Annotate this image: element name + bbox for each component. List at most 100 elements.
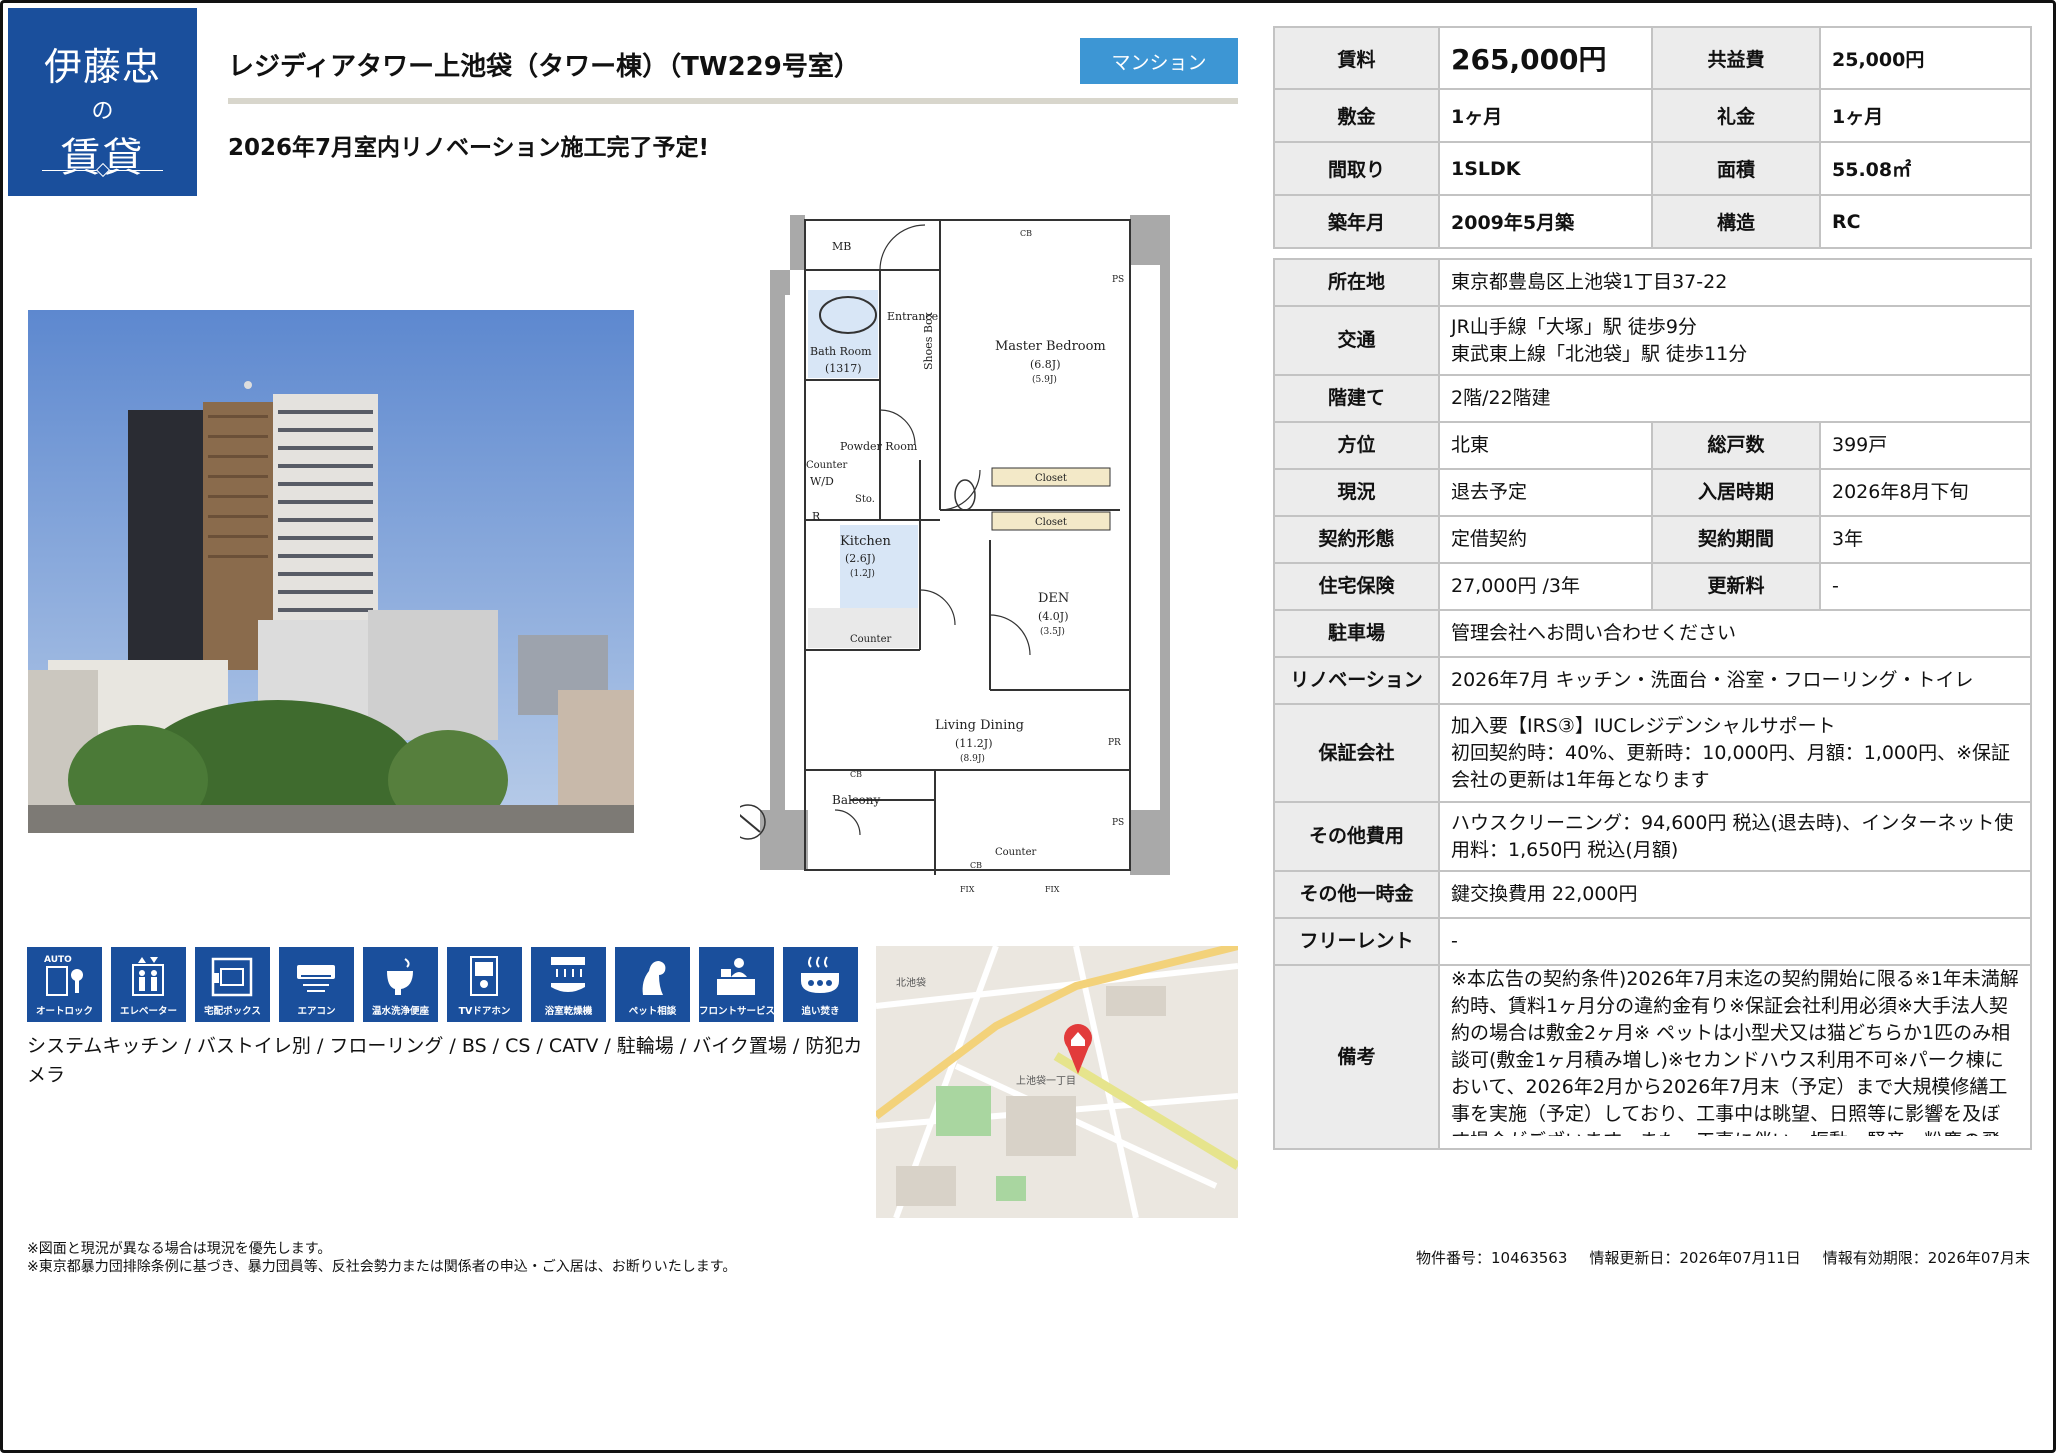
itochu-chintai-logo[interactable]: 伊藤忠 の 賃貸	[8, 8, 197, 196]
auto-lock-icon: AUTO オートロック	[27, 947, 102, 1022]
common-fee-label: 共益費	[1651, 26, 1821, 90]
remarks-label: 備考	[1273, 964, 1440, 1150]
tv-intercom-icon: TVドアホン	[447, 947, 522, 1022]
fp-label-master-bedroom: Master Bedroom	[995, 339, 1106, 354]
fp-label-closet1: Closet	[1035, 473, 1067, 484]
fp-label-ps2: PS	[1112, 818, 1124, 828]
fp-label-pr: PR	[1108, 738, 1121, 748]
delivery-box-icon: 宅配ボックス	[195, 947, 270, 1022]
rent-label: 賃料	[1273, 26, 1440, 90]
amenity-label: ペット相談	[628, 1006, 677, 1017]
fp-label-sto: Sto.	[855, 494, 875, 505]
insurance-value: 27,000円 /3年	[1438, 562, 1653, 611]
amenity-label: エレベーター	[119, 1006, 177, 1017]
listing-meta: 物件番号：10463563 情報更新日：2026年07月11日 情報有効期限：202…	[1394, 1247, 2030, 1268]
fp-label-living-dining: Living Dining	[935, 718, 1024, 733]
fp-label-cb3: CB	[970, 861, 982, 870]
svg-text:AUTO: AUTO	[44, 955, 72, 965]
amenity-label: TVドアホン	[458, 1006, 511, 1017]
amenity-label: 追い焚き	[801, 1006, 840, 1017]
layout-value: 1SLDK	[1438, 141, 1653, 196]
direction-label: 方位	[1273, 421, 1440, 470]
access-label: 交通	[1273, 305, 1440, 376]
update-date: 情報更新日：2026年07月11日	[1589, 1249, 1801, 1267]
fp-label-counter3: Counter	[995, 847, 1036, 858]
contract-type-value: 定借契約	[1438, 515, 1653, 564]
footnote-2: ※東京都暴力団排除条例に基づき、暴力団員等、反社会勢力または関係者の申込・ご入居…	[27, 1259, 737, 1275]
parking-label: 駐車場	[1273, 609, 1440, 658]
floors-value: 2階/22階建	[1437, 374, 2033, 423]
front-service-icon: フロントサービス	[699, 947, 776, 1022]
built-label: 築年月	[1273, 194, 1440, 249]
area-label: 面積	[1651, 141, 1821, 196]
property-type-badge: マンション	[1080, 38, 1238, 84]
guarantor-line-2: 初回契約時：40%、更新時：10,000円、月額：1,000円、※保証会社の更新…	[1451, 741, 2011, 791]
fp-label-ld-size1: (11.2J)	[955, 737, 993, 750]
contract-type-label: 契約形態	[1273, 515, 1440, 564]
floors-label: 階建て	[1273, 374, 1440, 423]
contract-term-label: 契約期間	[1651, 515, 1821, 564]
catch-copy: 2026年7月室内リノベーション施工完了予定!	[228, 135, 710, 161]
bathroom-dryer-icon: 浴室乾燥機	[531, 947, 606, 1022]
deposit-value: 1ヶ月	[1438, 88, 1653, 143]
guarantor-value: 加入要【IRS③】IUCレジデンシャルサポート初回契約時：40%、更新時：10,…	[1437, 703, 2033, 803]
fp-label-powder: Powder Room	[840, 440, 918, 453]
building-photo	[28, 310, 634, 833]
map-label-kitaikebukuro: 北池袋	[896, 976, 926, 989]
fp-label-wd: W/D	[810, 475, 834, 488]
other-fees-value: ハウスクリーニング：94,600円 税込(退去時)、インターネット使用料：1,6…	[1437, 801, 2033, 872]
units-label: 総戸数	[1651, 421, 1821, 470]
one-time-value: 鍵交換費用 22,000円	[1437, 870, 2033, 919]
fp-label-closet2: Closet	[1035, 517, 1067, 528]
fp-label-mb-size1: (6.8J)	[1030, 358, 1061, 371]
fp-label-den: DEN	[1038, 591, 1069, 606]
fp-label-shoes-box: Shoes Box	[922, 311, 935, 370]
move-in-value: 2026年8月下旬	[1818, 468, 2033, 517]
move-in-label: 入居時期	[1651, 468, 1821, 517]
remarks-value: ※本広告の契約条件)2026年7月末迄の契約開始に限る※1年未満解約時、賃料1ヶ…	[1437, 964, 2033, 1150]
access-line-1: JR山手線「大塚」駅 徒歩9分	[1451, 315, 1697, 338]
pet-icon: ペット相談	[615, 947, 690, 1022]
logo-line2: の	[91, 99, 114, 124]
fp-label-ld-size2: (8.9J)	[960, 753, 985, 764]
area-value: 55.08㎡	[1819, 141, 2032, 196]
structure-label: 構造	[1651, 194, 1821, 249]
washlet-toilet-icon: 温水洗浄便座	[363, 947, 438, 1022]
map-label-kamiikebukuro: 上池袋一丁目	[1016, 1074, 1076, 1087]
footnotes: ※図面と現況が異なる場合は現況を優先します。 ※東京都暴力団排除条例に基づき、暴…	[27, 1240, 736, 1276]
free-rent-label: フリーレント	[1273, 917, 1440, 966]
detail-table: 所在地 東京都豊島区上池袋1丁目37-22 交通 JR山手線「大塚」駅 徒歩9分…	[1273, 258, 2033, 1150]
fp-label-fix1: FIX	[960, 885, 975, 894]
floor-plan: MB Entrance Shoes Box Master Bedroom (6.…	[730, 210, 1170, 895]
free-rent-value: -	[1437, 917, 2033, 966]
reheating-bath-icon: 追い焚き	[783, 947, 858, 1022]
guarantor-label: 保証会社	[1273, 703, 1440, 803]
insurance-label: 住宅保険	[1273, 562, 1440, 611]
amenity-label: フロントサービス	[699, 1006, 776, 1017]
amenity-label: オートロック	[35, 1006, 93, 1017]
fp-label-den-size1: (4.0J)	[1038, 610, 1069, 623]
fp-label-bath-size: (1317)	[825, 362, 862, 375]
key-money-value: 1ヶ月	[1819, 88, 2032, 143]
status-value: 退去予定	[1438, 468, 1653, 517]
fp-label-r: R	[812, 510, 821, 523]
fp-label-ps1: PS	[1112, 275, 1124, 285]
location-map[interactable]: 上池袋一丁目 北池袋	[876, 946, 1238, 1218]
rent-value: 265,000円	[1438, 26, 1653, 90]
fp-label-kitchen-size1: (2.6J)	[845, 552, 876, 565]
direction-value: 北東	[1438, 421, 1653, 470]
valid-until: 情報有効期限：2026年07月末	[1822, 1249, 2030, 1267]
fp-label-bath: Bath Room	[810, 345, 872, 358]
address-label: 所在地	[1273, 258, 1440, 307]
renovation-value: 2026年7月 キッチン・洗面台・浴室・フローリング・トイレ	[1437, 656, 2033, 705]
amenity-icons: AUTO オートロック エレベーター 宅配ボックス エアコン 温水洗浄便座 TV…	[27, 947, 858, 1022]
guarantor-line-1: 加入要【IRS③】IUCレジデンシャルサポート	[1451, 714, 1836, 737]
access-value: JR山手線「大塚」駅 徒歩9分 東武東上線「北池袋」駅 徒歩11分	[1437, 305, 2033, 376]
property-title: レジディアタワー上池袋（タワー棟）（TW229号室）	[228, 52, 860, 82]
fp-label-counter2: Counter	[850, 634, 891, 645]
deposit-label: 敷金	[1273, 88, 1440, 143]
renovation-label: リノベーション	[1273, 656, 1440, 705]
amenity-label: 宅配ボックス	[204, 1006, 261, 1017]
contract-term-value: 3年	[1818, 515, 2033, 564]
remarks-text: ※本広告の契約条件)2026年7月末迄の契約開始に限る※1年未満解約時、賃料1ヶ…	[1451, 968, 2019, 1136]
